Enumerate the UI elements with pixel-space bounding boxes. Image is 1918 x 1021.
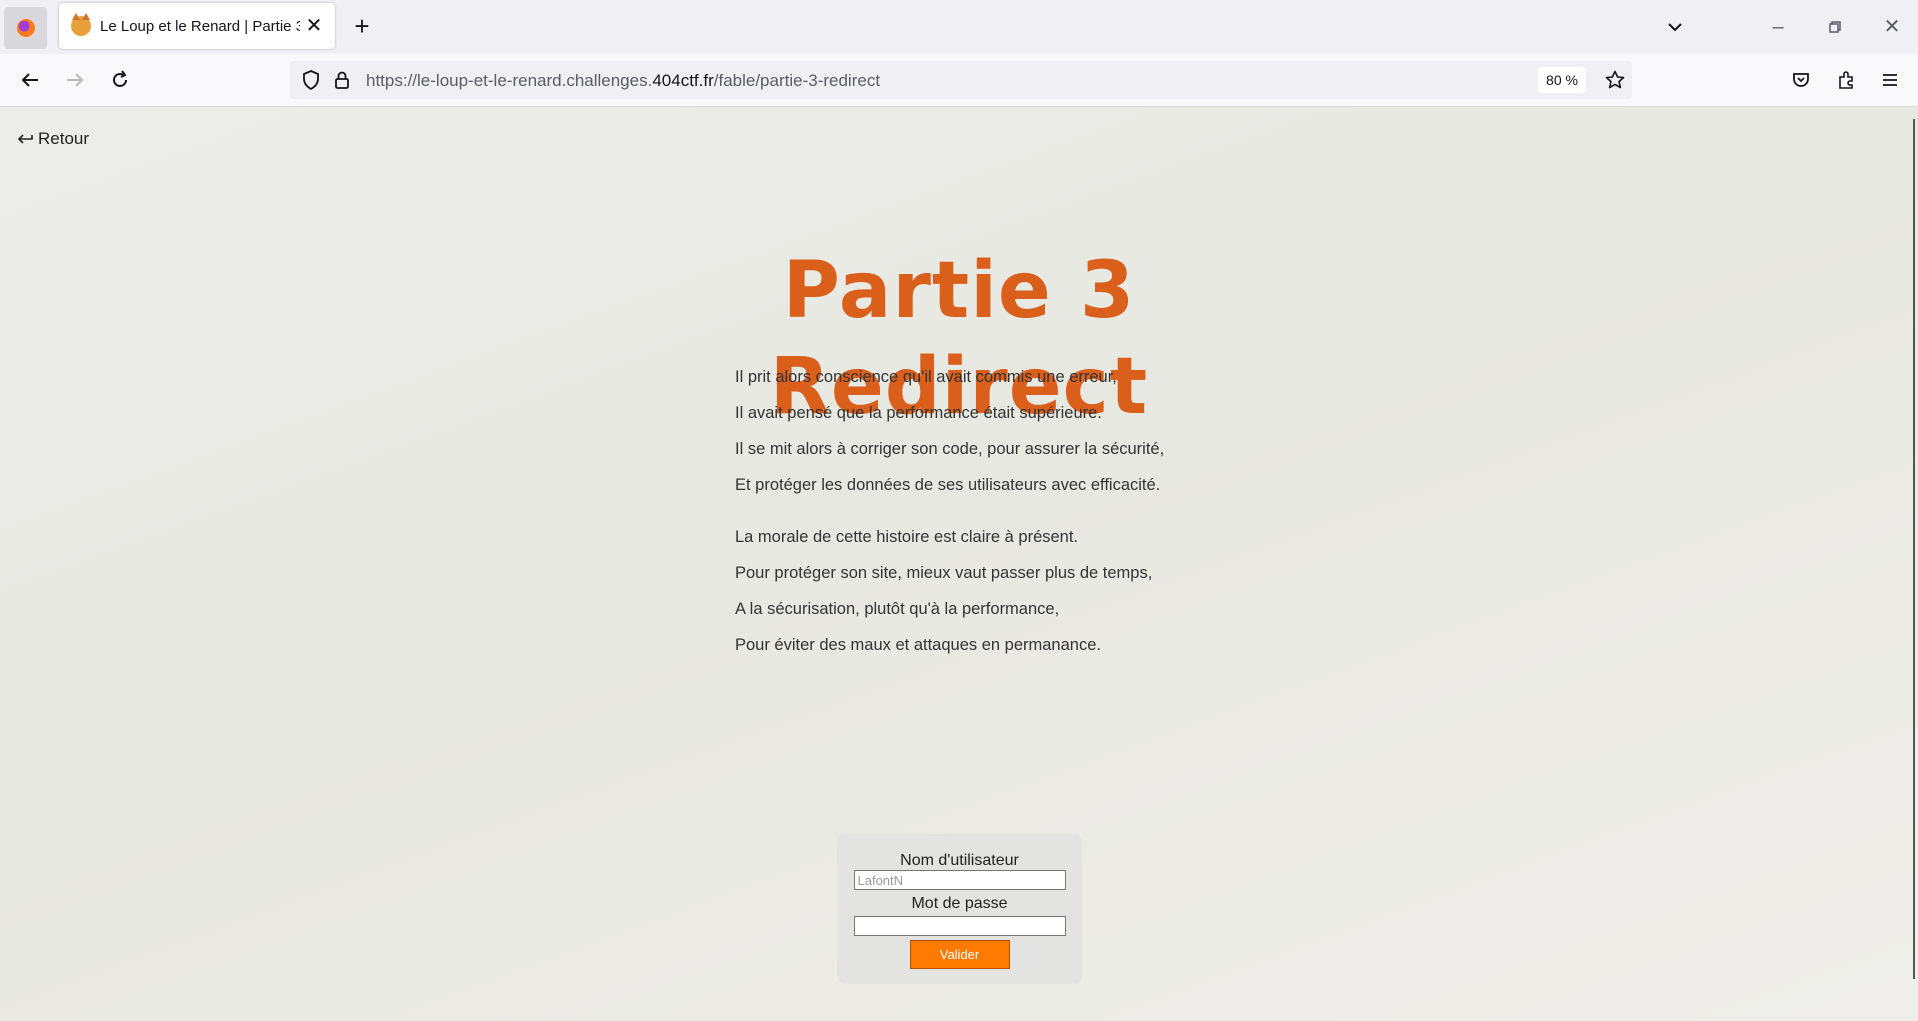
active-tab[interactable]: Le Loup et le Renard | Partie 3 ✕ [59,3,335,49]
pocket-icon[interactable] [1787,66,1815,94]
extensions-icon[interactable] [1832,66,1860,94]
poem-line: Et protéger les données de ses utilisate… [735,476,1161,494]
url-path: /fable/partie-3-redirect [713,71,881,90]
close-window-icon[interactable]: ✕ [1879,14,1905,40]
back-icon[interactable] [16,66,44,94]
scrollbar[interactable] [1910,119,1918,999]
close-tab-icon[interactable]: ✕ [303,15,325,37]
poem-line: Il avait pensé que la performance était … [735,404,1102,422]
poem-line: Pour éviter des maux et attaques en perm… [735,636,1101,654]
return-arrow-icon [17,134,33,144]
scrollbar-thumb[interactable] [1913,119,1915,979]
firefox-view-button[interactable] [4,7,47,49]
tab-title: Le Loup et le Renard | Partie 3 [100,17,300,35]
poem-line: Il se mit alors à corriger son code, pou… [735,440,1165,458]
list-tabs-chevron-icon[interactable] [1662,14,1688,40]
minimize-icon[interactable]: – [1765,14,1791,40]
reload-icon[interactable] [106,66,134,94]
url-domain: 404ctf.fr [652,71,714,90]
new-tab-icon[interactable]: + [349,13,375,39]
stanza-2: La morale de cette histoire est claire à… [735,527,1152,671]
poem-line: Il prit alors conscience qu'il avait com… [735,368,1117,386]
menu-hamburger-icon[interactable] [1876,66,1904,94]
poem-line: La morale de cette histoire est claire à… [735,528,1079,546]
stanza-1: Il prit alors conscience qu'il avait com… [735,367,1164,511]
forward-icon[interactable] [61,66,89,94]
zoom-level-badge[interactable]: 80 % [1538,67,1586,93]
poem-line: A la sécurisation, plutôt qu'à la perfor… [735,600,1060,618]
page-viewport: Retour Partie 3 Redirect Il prit alors c… [0,107,1918,1021]
username-label: Nom d'utilisateur [900,852,1019,869]
poem-line: Pour protéger son site, mieux vaut passe… [735,564,1153,582]
url-bar[interactable]: https://le-loup-et-le-renard.challenges.… [290,61,1632,99]
submit-button[interactable]: Valider [909,940,1010,969]
title-line-1: Partie 3 [782,246,1136,337]
bookmark-star-icon[interactable] [1604,69,1626,96]
tracking-protection-shield-icon[interactable] [300,69,322,96]
password-input[interactable] [853,916,1066,936]
url-prefix: https://le-loup-et-le-renard.challenges. [366,71,653,90]
url-text[interactable]: https://le-loup-et-le-renard.challenges.… [366,71,880,91]
login-form: Nom d'utilisateur Mot de passe Valider [837,834,1082,984]
back-link[interactable]: Retour [17,129,89,149]
back-link-label: Retour [38,129,90,148]
lock-icon[interactable] [332,69,352,96]
tab-bar: Le Loup et le Renard | Partie 3 ✕ + – ✕ [0,0,1918,54]
password-label: Mot de passe [911,895,1008,912]
username-input[interactable] [853,870,1066,890]
restore-icon[interactable] [1822,14,1848,40]
firefox-logo-icon [16,19,35,37]
fox-favicon-icon [71,13,91,36]
navigation-toolbar: https://le-loup-et-le-renard.challenges.… [0,54,1918,107]
